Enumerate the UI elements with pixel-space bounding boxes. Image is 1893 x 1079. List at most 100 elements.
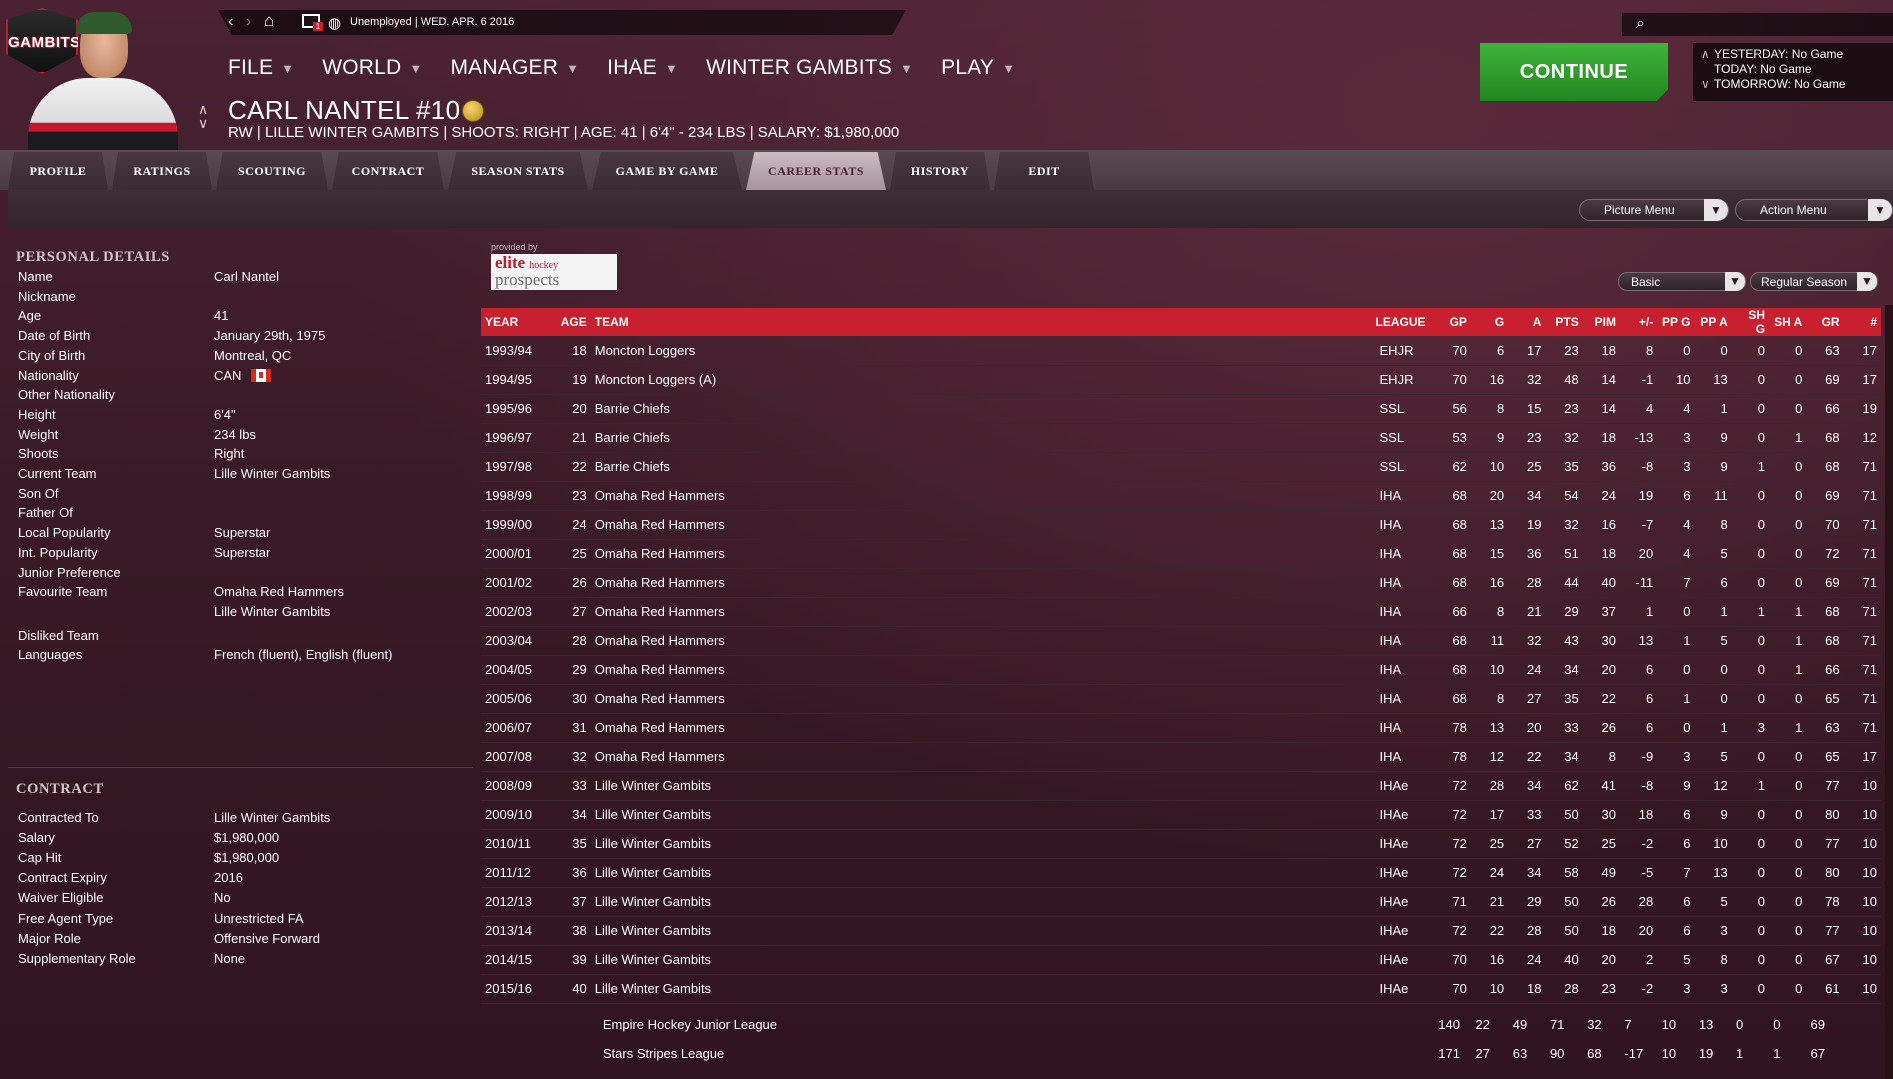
cell-team[interactable]: Omaha Red Hammers xyxy=(590,684,1372,714)
col-league[interactable]: LEAGUE xyxy=(1371,308,1434,336)
menu-manager[interactable]: MANAGER ▼ xyxy=(450,53,579,83)
cell-league[interactable]: IHAe xyxy=(1371,916,1434,946)
tab-ratings[interactable]: RATINGS xyxy=(112,152,212,190)
cell-league[interactable]: IHA xyxy=(1371,742,1434,772)
cell-league[interactable]: IHAe xyxy=(1371,800,1434,830)
cell-team[interactable]: Barrie Chiefs xyxy=(590,452,1372,482)
cell-team[interactable]: Omaha Red Hammers xyxy=(590,510,1372,540)
col-pts[interactable]: PTS xyxy=(1545,308,1583,336)
player-switcher[interactable]: ∧ ∨ xyxy=(198,102,208,130)
menu-winter-gambits[interactable]: WINTER GAMBITS ▼ xyxy=(706,53,913,83)
col-number[interactable]: # xyxy=(1843,308,1881,336)
col-plus-minus[interactable]: +/- xyxy=(1619,308,1658,336)
detail-value-text[interactable]: Lille Winter Gambits xyxy=(214,604,330,619)
col-pim[interactable]: PIM xyxy=(1582,308,1620,336)
col-shg[interactable]: SH G xyxy=(1731,308,1770,336)
search-icon[interactable]: ⌕ xyxy=(1636,15,1645,33)
tab-history[interactable]: HISTORY xyxy=(890,152,990,190)
cell-league[interactable]: IHA xyxy=(1371,481,1434,511)
detail-value-link[interactable]: CAN xyxy=(214,368,272,383)
previous-player-icon[interactable]: ∧ xyxy=(198,102,208,116)
cell-league[interactable]: EHJR xyxy=(1371,365,1434,395)
col-year[interactable]: YEAR xyxy=(481,308,554,336)
picture-menu-dropdown[interactable]: Picture Menu ▼ xyxy=(1579,199,1729,221)
cell-team[interactable]: Moncton Loggers (A) xyxy=(590,365,1372,395)
cell-team[interactable]: Omaha Red Hammers xyxy=(590,568,1372,598)
home-icon[interactable]: ⌂ xyxy=(264,11,274,31)
col-sha[interactable]: SH A xyxy=(1769,308,1807,336)
tab-game-by-game[interactable]: GAME BY GAME xyxy=(592,152,742,190)
cell-team[interactable]: Omaha Red Hammers xyxy=(590,539,1372,569)
detail-value-link[interactable]: Lille Winter Gambits xyxy=(214,604,330,619)
detail-value-link[interactable]: Omaha Red Hammers xyxy=(214,584,344,599)
cell-team[interactable]: Lille Winter Gambits xyxy=(590,829,1372,859)
cell-team[interactable]: Omaha Red Hammers xyxy=(590,655,1372,685)
tab-profile[interactable]: PROFILE xyxy=(8,152,108,190)
cell-league[interactable]: IHA xyxy=(1371,713,1434,743)
col-gp[interactable]: GP xyxy=(1433,308,1471,336)
cell-league[interactable]: IHAe xyxy=(1371,771,1434,801)
cell-league[interactable]: IHAe xyxy=(1371,887,1434,917)
detail-value-text[interactable]: CAN xyxy=(214,368,241,383)
cell-league[interactable]: IHAe xyxy=(1371,829,1434,859)
cell-league[interactable]: IHA xyxy=(1371,597,1434,627)
cell-team[interactable]: Omaha Red Hammers xyxy=(590,742,1372,772)
forward-icon[interactable]: › xyxy=(246,13,251,31)
col-ppa[interactable]: PP A xyxy=(1694,308,1732,336)
cell-team[interactable]: Lille Winter Gambits xyxy=(590,974,1372,1004)
cell-league[interactable]: IHA xyxy=(1371,626,1434,656)
menu-world[interactable]: WORLD ▼ xyxy=(322,53,422,83)
cell-team[interactable]: Barrie Chiefs xyxy=(590,394,1372,424)
cell-league[interactable]: SSL xyxy=(1371,423,1434,453)
tab-edit[interactable]: EDIT xyxy=(994,152,1094,190)
detail-value-text[interactable]: Lille Winter Gambits xyxy=(214,466,330,481)
col-age[interactable]: AGE xyxy=(553,308,591,336)
tab-contract[interactable]: CONTRACT xyxy=(332,152,444,190)
cell-team[interactable]: Moncton Loggers xyxy=(590,336,1372,366)
detail-value-text[interactable]: Omaha Red Hammers xyxy=(214,584,344,599)
cell-team[interactable]: Lille Winter Gambits xyxy=(590,945,1372,975)
stats-view-dropdown[interactable]: Basic ▼ xyxy=(1618,272,1746,291)
mail-icon[interactable]: 1 xyxy=(302,14,323,31)
cell-league[interactable]: IHAe xyxy=(1371,858,1434,888)
tab-season-stats[interactable]: SEASON STATS xyxy=(448,152,588,190)
cell-league[interactable]: IHA xyxy=(1371,684,1434,714)
menu-ihae[interactable]: IHAE ▼ xyxy=(607,53,678,83)
action-menu-dropdown[interactable]: Action Menu ▼ xyxy=(1735,199,1893,221)
cell-league[interactable]: EHJR xyxy=(1371,336,1434,366)
back-icon[interactable]: ‹ xyxy=(228,13,233,31)
cell-league[interactable]: IHA xyxy=(1371,655,1434,685)
contract-value-link[interactable]: Lille Winter Gambits xyxy=(214,810,330,825)
col-team[interactable]: TEAM xyxy=(590,308,1372,336)
cell-team[interactable]: Lille Winter Gambits xyxy=(590,771,1372,801)
season-type-dropdown[interactable]: Regular Season ▼ xyxy=(1750,272,1878,291)
cell-team[interactable]: Omaha Red Hammers xyxy=(590,597,1372,627)
cell-team[interactable]: Lille Winter Gambits xyxy=(590,887,1372,917)
menu-file[interactable]: FILE ▼ xyxy=(228,53,294,83)
up-arrow-icon[interactable]: ∧ xyxy=(1701,47,1714,62)
col-ppg[interactable]: PP G xyxy=(1657,308,1695,336)
continue-button[interactable]: CONTINUE xyxy=(1480,43,1668,101)
cell-league[interactable]: IHAe xyxy=(1371,945,1434,975)
globe-icon[interactable]: ◍ xyxy=(328,14,341,32)
tab-career-stats[interactable]: CAREER STATS xyxy=(746,152,886,190)
cell-team[interactable]: Lille Winter Gambits xyxy=(590,858,1372,888)
tab-scouting[interactable]: SCOUTING xyxy=(216,152,328,190)
cell-league[interactable]: SSL xyxy=(1371,394,1434,424)
next-player-icon[interactable]: ∨ xyxy=(198,116,208,130)
cell-team[interactable]: Omaha Red Hammers xyxy=(590,626,1372,656)
col-g[interactable]: G xyxy=(1470,308,1509,336)
cell-league[interactable]: IHAe xyxy=(1371,974,1434,1004)
detail-value-link[interactable]: Lille Winter Gambits xyxy=(214,466,330,481)
col-a[interactable]: A xyxy=(1508,308,1546,336)
down-arrow-icon[interactable]: ∨ xyxy=(1701,77,1714,92)
cell-league[interactable]: IHA xyxy=(1371,539,1434,569)
cell-team[interactable]: Omaha Red Hammers xyxy=(590,481,1372,511)
cell-league[interactable]: IHA xyxy=(1371,510,1434,540)
cell-league[interactable]: SSL xyxy=(1371,452,1434,482)
cell-team[interactable]: Lille Winter Gambits xyxy=(590,800,1372,830)
menu-play[interactable]: PLAY ▼ xyxy=(941,53,1015,83)
cell-team[interactable]: Omaha Red Hammers xyxy=(590,713,1372,743)
scrollbar[interactable] xyxy=(1885,305,1893,1079)
search-box[interactable]: ⌕ xyxy=(1622,13,1893,36)
